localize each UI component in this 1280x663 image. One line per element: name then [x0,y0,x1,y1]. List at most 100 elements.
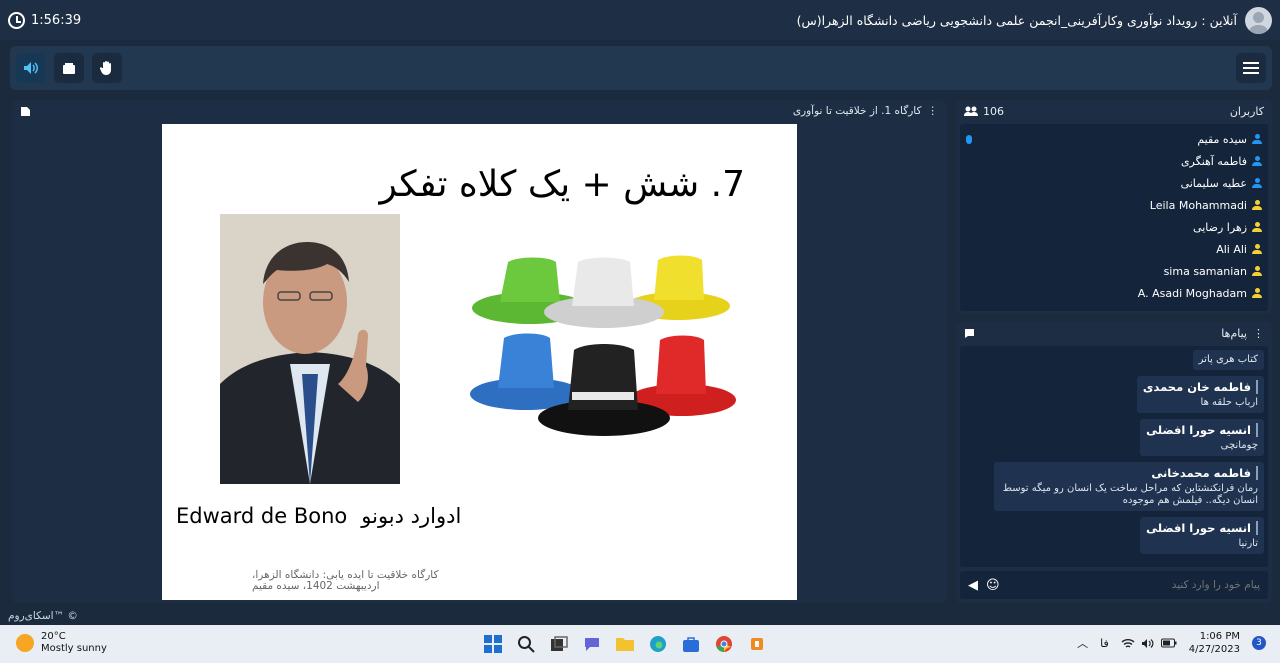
user-name: عطیه سلیمانی [1180,176,1247,190]
send-icon[interactable]: ◀ [968,578,978,593]
start-icon[interactable] [482,633,504,655]
top-bar: 1:56:39 آنلاین : رویداد نوآوری وکارآفرین… [0,0,1280,40]
users-panel-header: 106 کاربران [956,100,1272,122]
chat-input[interactable] [1060,579,1260,591]
chat-panel: پیام‌ها ⋮ کتاب هری پاتر فاطمه خان محمدی ار… [956,322,1272,603]
user-avatar[interactable] [1245,6,1272,34]
notification-badge[interactable]: 3 [1252,636,1266,650]
clock[interactable]: 1:06 PM 4/27/2023 [1189,630,1240,656]
chat-message-text: رمان فرانکنشتاین که مراحل ساخت یک انسان … [1002,483,1258,506]
user-name: Ali Ali [1216,242,1247,256]
user-list-item[interactable]: Leila Mohammadi [960,194,1268,216]
edge-icon[interactable] [647,633,669,655]
chat-message: فاطمه محمدخانی رمان فرانکنشتاین که مراحل … [994,462,1264,511]
chat-sender-name: انسیه حورا افضلی [1146,521,1258,535]
speaker-icon [24,62,38,74]
person-icon [1252,266,1262,276]
file-explorer-icon[interactable] [614,633,636,655]
person-icon [1252,288,1262,298]
emoji-icon[interactable]: ☺ [986,578,1000,593]
user-name: sima samanian [1163,264,1247,278]
store-icon[interactable] [680,633,702,655]
clock-time: 1:06 PM [1199,631,1240,642]
chat-message: انسیه حورا افضلی چومانچی [1140,419,1264,456]
user-list-item[interactable]: sima samanian [960,260,1268,282]
raise-hand-button[interactable] [92,53,122,83]
six-thinking-hats-image [468,252,738,446]
chat-sender-name: انسیه حورا افضلی [1146,423,1258,437]
system-tray: ︿ فا 1:06 PM 4/27/2023 3 [1077,630,1266,656]
timer-text: 1:56:39 [31,12,82,28]
slide-footer-line-2: اردیبهشت 1402، سیده مقیم [252,580,380,592]
person-icon [1252,178,1262,188]
chat-message: انسیه حورا افضلی تارنیا [1140,517,1264,554]
clock-icon [8,11,25,29]
task-view-icon[interactable] [548,633,570,655]
stage-header: کارگاه 1. از خلاقیت تا نوآوری ⋮ [12,100,946,122]
user-name: زهرا رضایی [1193,220,1247,234]
chat-message: فاطمه خان محمدی ارباب حلقه ها [1136,376,1264,413]
chat-message-text: تارنیا [1238,538,1258,549]
chat-sender-name: فاطمه خان محمدی [1143,380,1258,394]
chat-message-list[interactable]: کتاب هری پاتر فاطمه خان محمدی ارباب حلقه ه… [960,346,1268,567]
raise-hand-icon [100,61,111,75]
taskbar-apps [482,633,768,655]
skyroom-app-icon[interactable] [746,633,768,655]
windows-taskbar: 20°C Mostly sunny ︿ فا 1:06 PM 4/27/2023… [0,625,1280,663]
sun-icon [16,634,34,652]
wifi-volume-battery-icons[interactable] [1121,638,1177,649]
wifi-icon [1121,638,1135,648]
chat-sender-name: فاطمه محمدخانی [1000,466,1258,480]
session-timer: 1:56:39 [8,11,82,29]
skyroom-watermark: اسکای‌روم™ © [8,610,78,622]
person-icon [1252,134,1262,144]
battery-icon [1160,638,1177,647]
chat-kebab-menu-icon[interactable]: ⋮ [1253,327,1264,340]
user-name: فاطمه آهنگری [1180,154,1247,168]
chat-message-text: چومانچی [1220,440,1258,451]
weather-condition: Mostly sunny [41,643,107,654]
chevron-up-icon[interactable]: ︿ [1077,635,1088,651]
chat-panel-header: پیام‌ها ⋮ [956,322,1272,344]
temperature: 20°C [41,631,66,642]
menu-icon [1243,62,1259,74]
chrome-icon[interactable] [713,633,735,655]
user-name: A. Asadi Moghadam [1137,286,1247,300]
user-list-item[interactable]: سیده مقیم [960,128,1268,150]
presentation-stage: کارگاه 1. از خلاقیت تا نوآوری ⋮ 7. شش + … [12,100,946,603]
person-icon [1252,222,1262,232]
stage-title: کارگاه 1. از خلاقیت تا نوآوری [792,105,922,117]
chat-message-text: کتاب هری پاتر [1198,354,1258,365]
user-list[interactable]: سیده مقیم فاطمه آهنگری عطیه سلیمانی Leila M… [960,124,1268,311]
user-list-item[interactable]: عطیه سلیمانی [960,172,1268,194]
document-icon[interactable] [20,106,31,117]
chat-icon [965,328,974,338]
kebab-menu-icon[interactable]: ⋮ [928,105,939,117]
language-indicator[interactable]: فا [1100,637,1109,650]
users-panel-title: کاربران [1229,104,1264,118]
chat-message-text: ارباب حلقه ها [1200,397,1258,408]
user-name: سیده مقیم [1197,132,1247,146]
edward-de-bono-photo [220,214,400,484]
person-icon [1252,244,1262,254]
teams-chat-icon[interactable] [581,633,603,655]
volume-icon [1141,638,1154,648]
search-icon[interactable] [515,633,537,655]
user-list-item[interactable]: زهرا رضایی [960,216,1268,238]
slide-footer: کارگاه خلاقیت تا ایده یابی: دانشگاه الزه… [252,570,438,592]
screen-share-button[interactable] [54,53,84,83]
weather-widget[interactable]: 20°C Mostly sunny [16,631,107,655]
slide-title: 7. شش + یک کلاه تفکر [379,164,746,205]
main-menu-button[interactable] [1236,53,1266,83]
user-list-item[interactable]: Ali Ali [960,238,1268,260]
room-title: آنلاین : رویداد نوآوری وکارآفرینی_انجمن … [797,6,1272,34]
user-list-item[interactable]: فاطمه آهنگری [960,150,1268,172]
toolbar [10,46,1272,90]
user-list-item[interactable]: A. Asadi Moghadam [960,282,1268,304]
person-icon [1252,156,1262,166]
slide: 7. شش + یک کلاه تفکر Edward de Bono ادوا… [162,124,797,600]
users-count: 106 [983,104,1004,118]
speaker-button[interactable] [16,53,46,83]
chat-input-bar: ◀ ☺ [960,571,1268,599]
screen-share-icon [63,62,75,74]
